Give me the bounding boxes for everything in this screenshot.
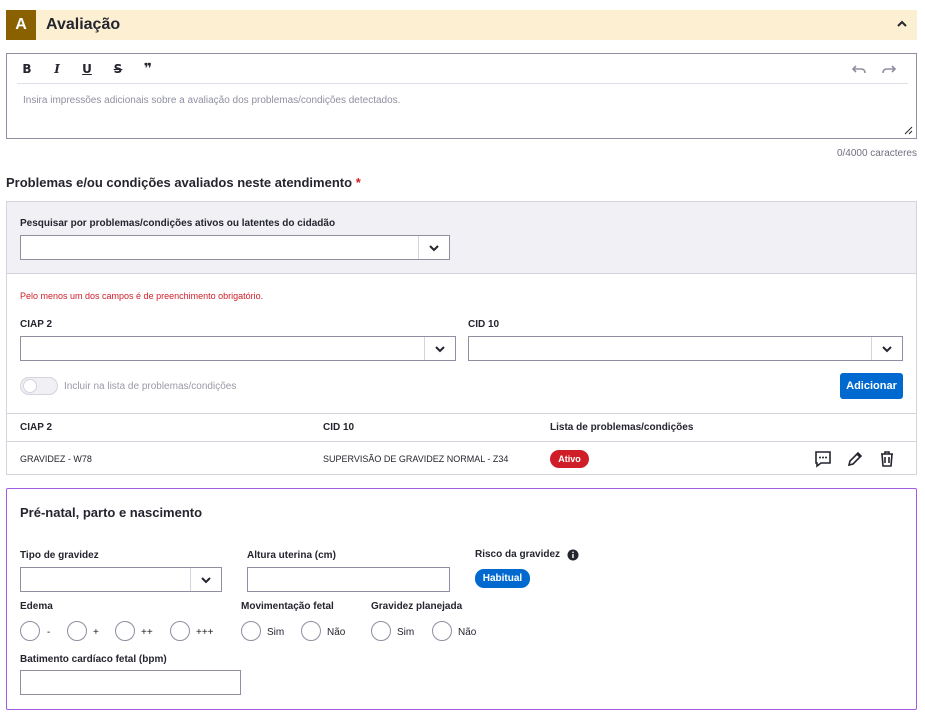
planned-option-yes: Sim [397,627,415,638]
strikethrough-button[interactable]: S [108,60,128,78]
chevron-up-icon[interactable] [895,17,909,31]
prenatal-title: Pré-natal, parto e nascimento [20,505,203,520]
problems-box: Pesquisar por problemas/condições ativos… [6,201,917,475]
edema-radio-none[interactable] [20,621,40,641]
edema-radio-plus2[interactable] [115,621,135,641]
resize-handle-icon[interactable] [903,125,913,135]
cid-label: CID 10 [468,319,500,330]
heartbeat-label: Batimento cardíaco fetal (bpm) [20,654,167,665]
section-header[interactable]: A Avaliação [6,10,917,40]
toggle-knob [23,379,37,393]
editor-toolbar: B I U S ❞ [7,54,916,84]
section-letter: A [6,10,36,40]
fetal-movement-radio-no[interactable] [301,621,321,641]
cid-select[interactable] [468,336,903,361]
col-cid: CID 10 [323,422,355,433]
cid-dropdown-button[interactable] [871,337,902,360]
redo-icon[interactable] [881,61,897,77]
pregnancy-type-label: Tipo de gravidez [20,550,99,561]
add-button[interactable]: Adicionar [840,373,903,399]
italic-button[interactable]: I [47,60,67,78]
edema-label: Edema [20,601,53,612]
uterine-height-label: Altura uterina (cm) [247,550,336,561]
required-mark: * [355,175,361,190]
risk-badge: Habitual [475,569,530,588]
edema-option-plus1: + [93,627,99,638]
include-list-toggle[interactable] [20,377,58,395]
evaluation-editor[interactable]: B I U S ❞ Insira impressões adicionais s… [6,53,917,139]
chevron-down-icon [882,345,892,352]
col-ciap: CIAP 2 [20,422,53,433]
section-title: Avaliação [46,16,121,33]
ciap-dropdown-button[interactable] [424,337,455,360]
undo-icon[interactable] [851,61,867,77]
prenatal-box: Pré-natal, parto e nascimento Tipo de gr… [6,488,917,710]
planned-option-no: Não [458,627,477,638]
pregnancy-type-dropdown-button[interactable] [190,568,221,591]
bold-button[interactable]: B [17,60,37,78]
comment-icon[interactable] [813,449,833,469]
info-icon[interactable] [567,549,579,561]
uterine-height-input[interactable] [247,567,450,592]
risk-label: Risco da gravidez [475,549,561,560]
problems-title-text: Problemas e/ou condições avaliados neste… [6,175,353,190]
table-row: GRAVIDEZ - W78 SUPERVISÃO DE GRAVIDEZ NO… [7,442,916,474]
planned-radio-no[interactable] [432,621,452,641]
ciap-select[interactable] [20,336,456,361]
search-area: Pesquisar por problemas/condições ativos… [7,202,916,274]
ciap-label: CIAP 2 [20,319,53,330]
heartbeat-input[interactable] [20,670,241,695]
search-problems-select[interactable] [20,235,450,260]
search-dropdown-button[interactable] [418,236,449,259]
pregnancy-type-select[interactable] [20,567,222,592]
fetal-movement-option-yes: Sim [267,627,285,638]
include-list-label: Incluir na lista de problemas/condições [64,381,237,392]
character-count: 0/4000 caracteres [836,148,917,159]
planned-radio-yes[interactable] [371,621,391,641]
edema-option-plus2: ++ [141,627,153,638]
chevron-down-icon [429,244,439,251]
problems-title: Problemas e/ou condições avaliados neste… [6,175,361,190]
edit-icon[interactable] [845,449,865,469]
search-label: Pesquisar por problemas/condições ativos… [20,218,336,229]
toolbar-divider [17,83,908,84]
fetal-movement-option-no: Não [327,627,346,638]
col-list: Lista de problemas/condições [550,422,694,433]
delete-icon[interactable] [877,449,897,469]
row-ciap: GRAVIDEZ - W78 [20,454,92,464]
required-error: Pelo menos um dos campos é de preenchime… [20,291,264,301]
row-cid: SUPERVISÃO DE GRAVIDEZ NORMAL - Z34 [323,454,509,464]
chevron-down-icon [435,345,445,352]
status-badge: Ativo [550,450,589,468]
fetal-movement-radio-yes[interactable] [241,621,261,641]
quote-button[interactable]: ❞ [138,60,158,78]
problems-table-header: CIAP 2 CID 10 Lista de problemas/condiçõ… [7,413,916,442]
edema-option-plus3: +++ [196,627,214,638]
edema-radio-plus3[interactable] [170,621,190,641]
edema-radio-plus1[interactable] [67,621,87,641]
underline-button[interactable]: U [77,60,97,78]
fetal-movement-label: Movimentação fetal [241,601,334,612]
editor-placeholder: Insira impressões adicionais sobre a ava… [23,95,401,106]
edema-option-none: - [47,627,51,638]
chevron-down-icon [201,576,211,583]
planned-label: Gravidez planejada [371,601,463,612]
